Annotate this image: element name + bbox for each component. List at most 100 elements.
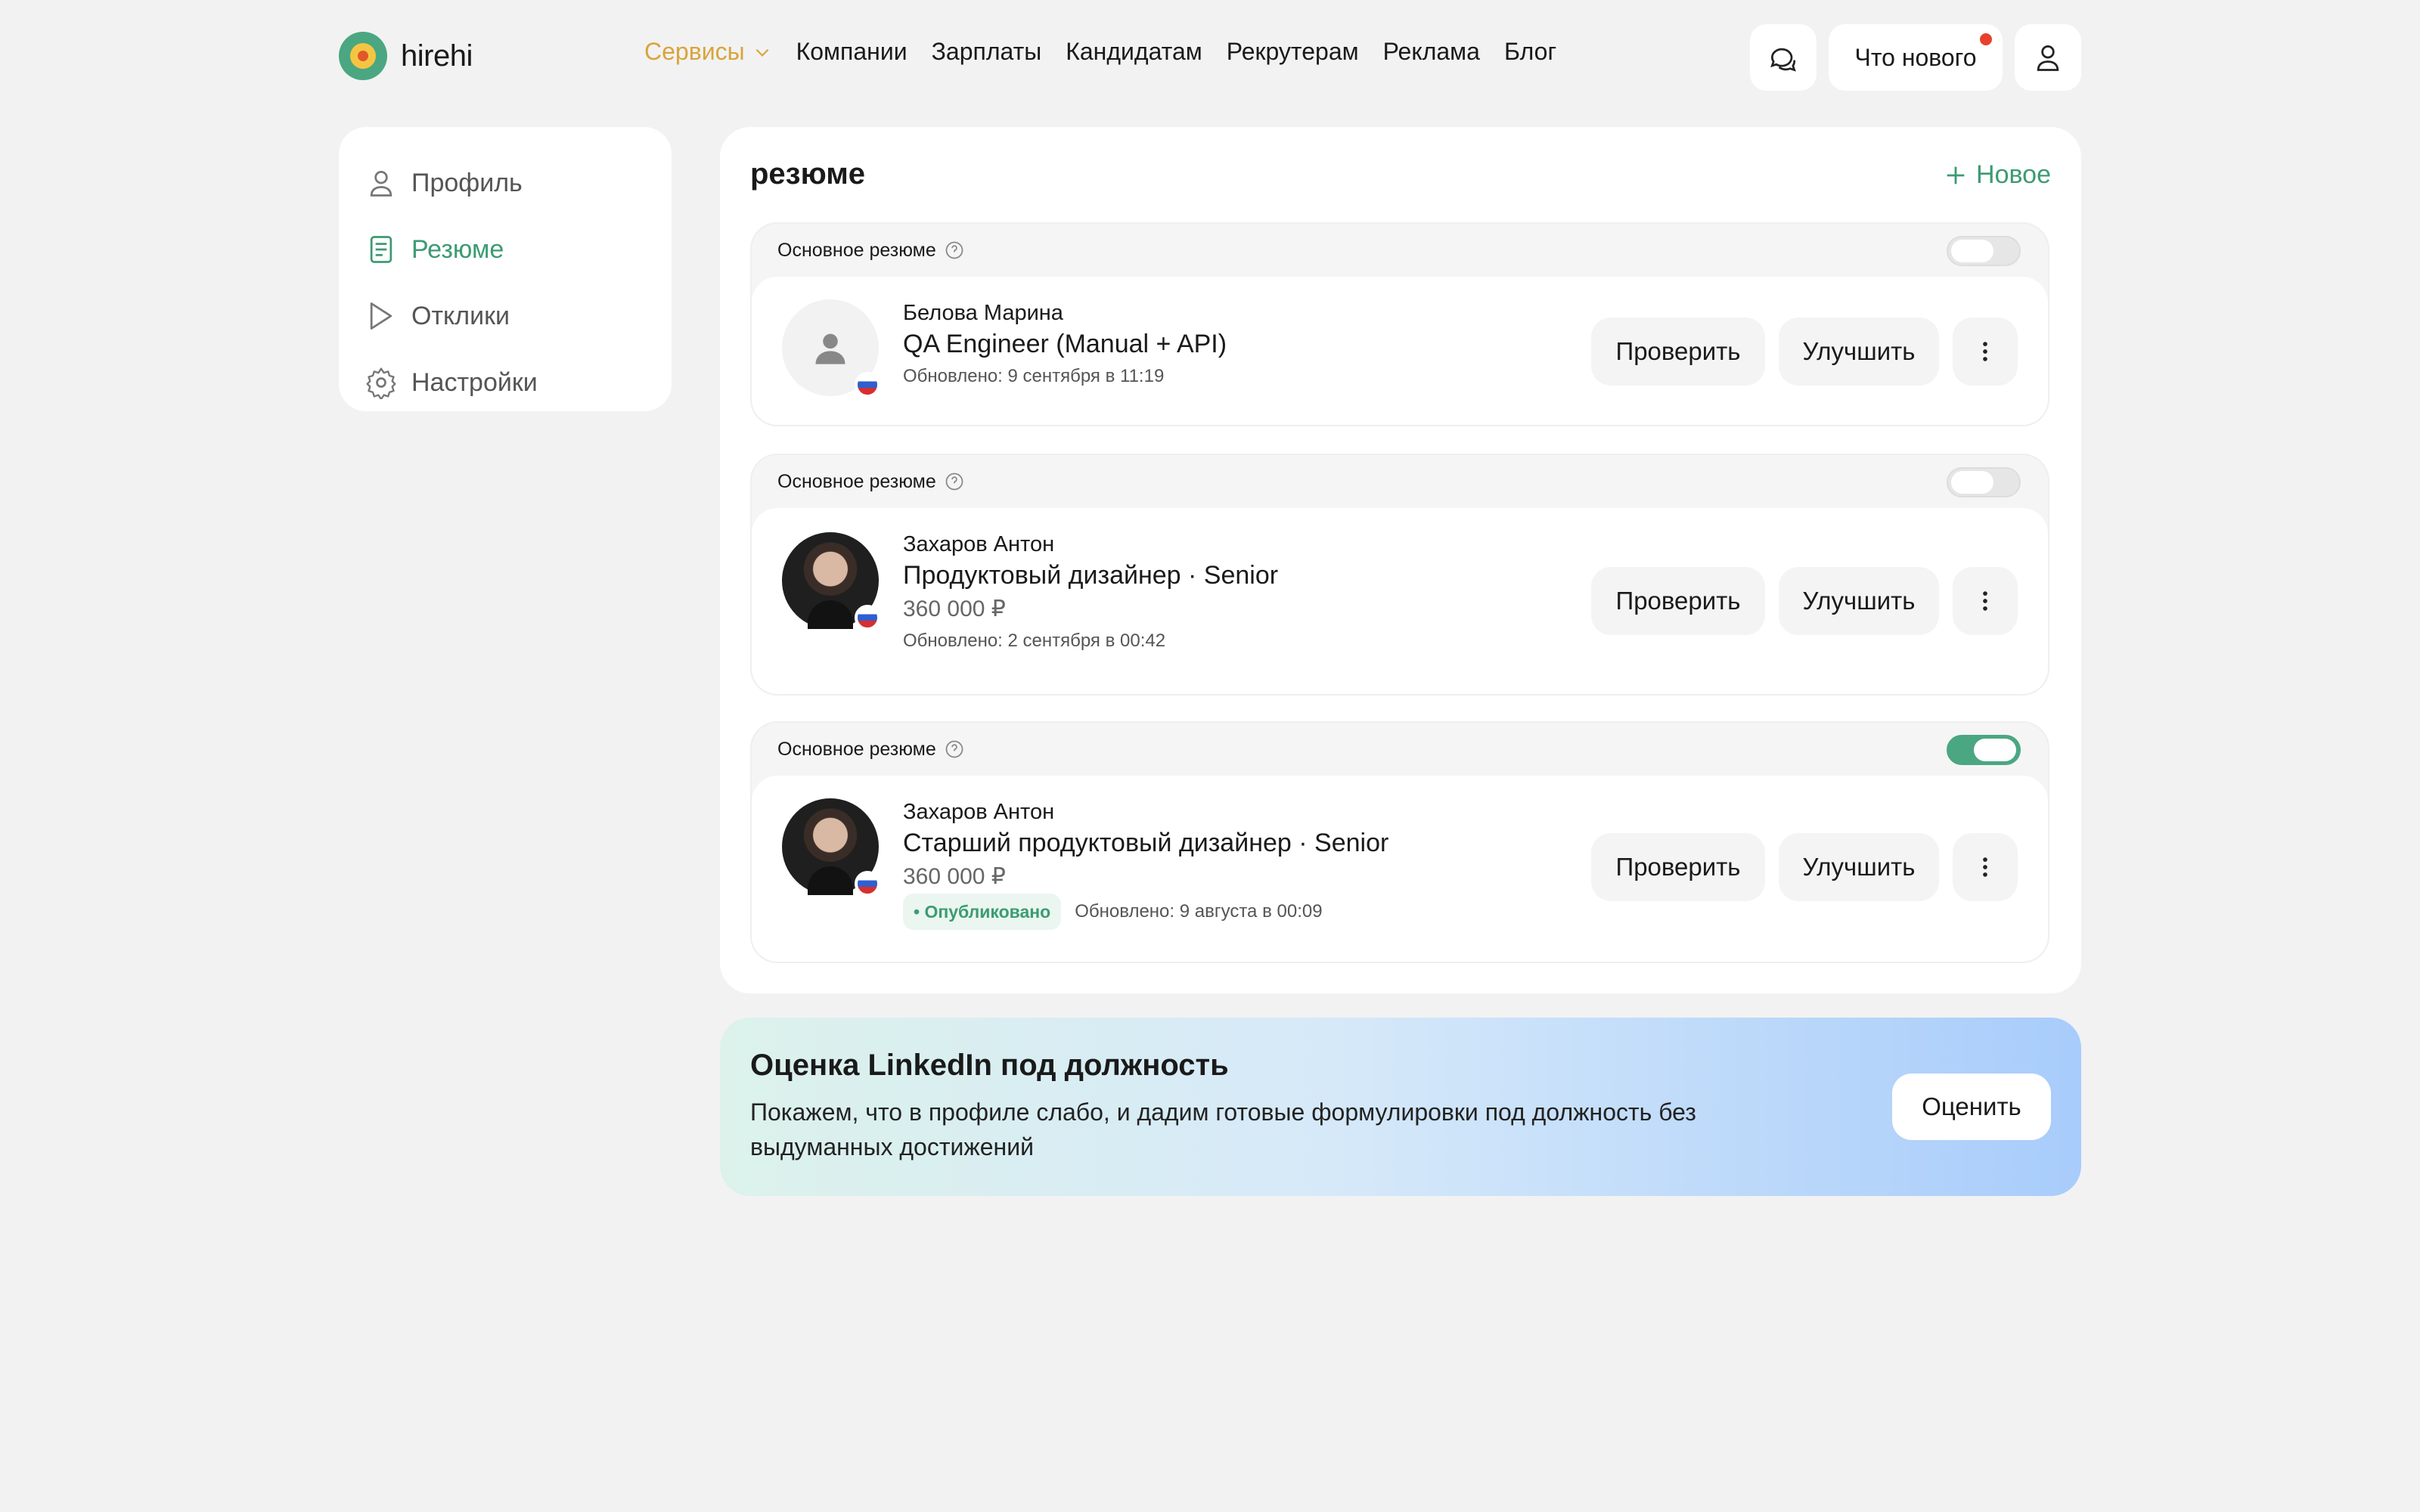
updated-text: Обновлено: 9 сентября в 11:19 <box>903 366 1165 386</box>
resume-info: Белова Марина QA Engineer (Manual + API)… <box>903 299 1227 392</box>
resume-body[interactable]: Захаров Антон Продуктовый дизайнер · Sen… <box>752 508 2048 694</box>
account-button[interactable] <box>2015 24 2081 91</box>
nav-ads[interactable]: Реклама <box>1383 38 1480 66</box>
resume-info: Захаров Антон Продуктовый дизайнер · Sen… <box>903 531 1278 656</box>
whats-new-button[interactable]: Что нового <box>1829 24 2003 91</box>
sidebar: Профиль Резюме Отклики Настройки <box>339 127 672 411</box>
sidebar-item-settings[interactable]: Настройки <box>365 349 672 416</box>
logo-icon <box>339 32 387 80</box>
resume-card: Основное резюме Захаров Антон Старший пр… <box>750 721 2049 963</box>
salary: 360 000 ₽ <box>903 864 1006 889</box>
notification-dot <box>1980 33 1992 45</box>
updated-text: Обновлено: 9 августа в 00:09 <box>1075 901 1323 922</box>
top-header: hirehi Сервисы Компании Зарплаты Кандида… <box>0 0 2420 115</box>
primary-resume-label: Основное резюме <box>777 239 936 261</box>
improve-button[interactable]: Улучшить <box>1779 833 1939 901</box>
sidebar-item-resume[interactable]: Резюме <box>365 216 672 283</box>
updated-text: Обновлено: 2 сентября в 00:42 <box>903 631 1166 651</box>
promo-description: Покажем, что в профиле слабо, и дадим го… <box>750 1098 1696 1160</box>
help-icon[interactable] <box>944 240 965 261</box>
improve-button[interactable]: Улучшить <box>1779 567 1939 635</box>
improve-button[interactable]: Улучшить <box>1779 318 1939 386</box>
user-icon <box>370 170 392 197</box>
nav-salaries[interactable]: Зарплаты <box>932 38 1042 66</box>
user-icon <box>2037 45 2059 71</box>
resume-role[interactable]: Продуктовый дизайнер · Senior <box>903 558 1278 593</box>
check-button[interactable]: Проверить <box>1591 833 1765 901</box>
resume-card: Основное резюме Белова Марина QA Enginee… <box>750 222 2049 426</box>
new-resume-button[interactable]: Новое <box>1943 160 2051 190</box>
primary-resume-row: Основное резюме <box>752 723 2048 776</box>
primary-resume-toggle[interactable] <box>1947 467 2021 497</box>
page-title: резюме <box>750 157 866 191</box>
candidate-name: Белова Марина <box>903 301 1063 325</box>
main-nav: Сервисы Компании Зарплаты Кандидатам Рек… <box>644 38 1556 66</box>
evaluate-button[interactable]: Оценить <box>1892 1074 2051 1140</box>
updated-row: Обновлено: 2 сентября в 00:42 <box>903 626 1278 656</box>
sidebar-item-label: Отклики <box>411 301 510 330</box>
check-button[interactable]: Проверить <box>1591 567 1765 635</box>
nav-blog[interactable]: Блог <box>1504 38 1556 66</box>
check-button[interactable]: Проверить <box>1591 318 1765 386</box>
avatar-placeholder-icon <box>815 333 845 364</box>
more-options-button[interactable] <box>1953 567 2018 635</box>
sidebar-item-label: Резюме <box>411 234 504 264</box>
avatar <box>782 532 880 631</box>
nav-recruiters[interactable]: Рекрутерам <box>1227 38 1359 66</box>
primary-resume-row: Основное резюме <box>752 455 2048 508</box>
russia-flag-icon <box>855 372 880 398</box>
resume-role[interactable]: QA Engineer (Manual + API) <box>903 327 1227 361</box>
help-icon[interactable] <box>944 739 965 760</box>
sidebar-item-responses[interactable]: Отклики <box>365 283 672 349</box>
nav-companies[interactable]: Компании <box>796 38 908 66</box>
primary-resume-row: Основное резюме <box>752 224 2048 277</box>
logo[interactable]: hirehi <box>339 32 473 80</box>
linkedin-promo-banner: Оценка LinkedIn под должность Покажем, ч… <box>720 1018 2081 1196</box>
whats-new-label: Что нового <box>1854 43 1977 71</box>
russia-flag-icon <box>855 605 880 631</box>
updated-row: Обновлено: 9 сентября в 11:19 <box>903 361 1227 392</box>
logo-text: hirehi <box>401 39 473 73</box>
chat-icon <box>1770 48 1796 72</box>
resume-body[interactable]: Захаров Антон Старший продуктовый дизайн… <box>752 776 2048 962</box>
sidebar-item-label: Настройки <box>411 367 538 397</box>
candidate-name: Захаров Антон <box>903 532 1055 556</box>
sidebar-item-profile[interactable]: Профиль <box>365 150 672 216</box>
more-vertical-icon <box>1983 342 1987 361</box>
chevron-down-icon <box>755 48 768 57</box>
resume-actions: Проверить Улучшить <box>1591 318 2018 386</box>
candidate-name: Захаров Антон <box>903 800 1055 824</box>
plus-icon <box>1947 166 1965 184</box>
nav-services-label: Сервисы <box>644 38 745 65</box>
cursor-icon <box>370 302 392 330</box>
more-options-button[interactable] <box>1953 318 2018 386</box>
resume-actions: Проверить Улучшить <box>1591 833 2018 901</box>
more-vertical-icon <box>1983 857 1987 877</box>
document-icon <box>370 236 392 263</box>
nav-candidates[interactable]: Кандидатам <box>1066 38 1202 66</box>
updated-row: • Опубликовано Обновлено: 9 августа в 00… <box>903 894 1388 930</box>
resume-actions: Проверить Улучшить <box>1591 567 2018 635</box>
avatar <box>782 798 880 897</box>
promo-title: Оценка LinkedIn под должность <box>750 1049 1229 1082</box>
chat-button[interactable] <box>1750 24 1817 91</box>
primary-resume-toggle[interactable] <box>1947 735 2021 765</box>
sidebar-item-label: Профиль <box>411 168 523 197</box>
more-options-button[interactable] <box>1953 833 2018 901</box>
nav-services[interactable]: Сервисы <box>644 38 772 66</box>
resume-card: Основное резюме Захаров Антон Продуктовы… <box>750 454 2049 696</box>
new-resume-label: Новое <box>1976 160 2051 189</box>
resume-panel: резюме Новое Основное резюме Белова Мари… <box>720 127 2081 993</box>
resume-body[interactable]: Белова Марина QA Engineer (Manual + API)… <box>752 277 2048 425</box>
status-badge: • Опубликовано <box>903 894 1062 930</box>
russia-flag-icon <box>855 871 880 897</box>
resume-role[interactable]: Старший продуктовый дизайнер · Senior <box>903 826 1388 860</box>
more-vertical-icon <box>1983 591 1987 611</box>
primary-resume-toggle[interactable] <box>1947 236 2021 266</box>
resume-info: Захаров Антон Старший продуктовый дизайн… <box>903 798 1388 930</box>
help-icon[interactable] <box>944 471 965 492</box>
salary: 360 000 ₽ <box>903 596 1006 621</box>
primary-resume-label: Основное резюме <box>777 470 936 492</box>
gear-icon <box>366 367 396 399</box>
avatar <box>782 299 880 398</box>
